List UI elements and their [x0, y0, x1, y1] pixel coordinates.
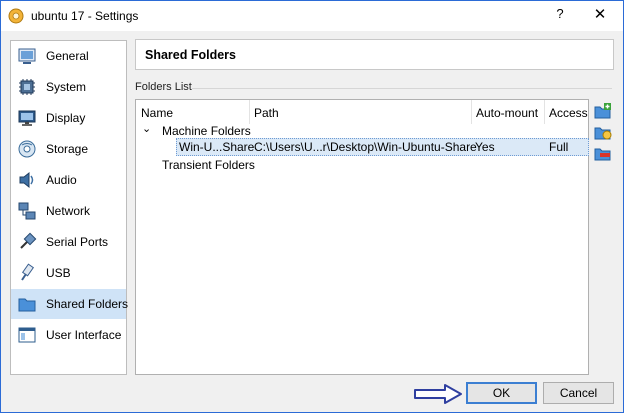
column-header-path[interactable]: Path [249, 100, 471, 124]
sidebar-item-label: Shared Folders [46, 297, 129, 311]
cell-access: Full [549, 140, 569, 154]
page-header: Shared Folders [135, 39, 614, 70]
arrow-pointer-icon [414, 384, 462, 404]
page-title: Shared Folders [145, 48, 236, 62]
edit-folder-icon[interactable] [594, 123, 612, 141]
group-divider [192, 88, 612, 89]
sidebar-item-label: System [46, 80, 87, 94]
close-button[interactable]: ✕ [592, 5, 608, 23]
sidebar-item-label: Serial Ports [46, 235, 109, 249]
sidebar-item-label: Display [46, 111, 86, 125]
folders-list-label: Folders List [135, 81, 192, 93]
table-row[interactable]: Win-U...Share C:\Users\U...r\Desktop\Win… [176, 138, 589, 156]
sidebar-item-display[interactable]: Display [11, 103, 126, 133]
storage-disk-icon [18, 140, 36, 158]
virtualbox-app-icon [8, 8, 24, 24]
add-folder-icon[interactable] [594, 102, 612, 120]
display-monitor-icon [18, 110, 36, 126]
help-button[interactable]: ? [553, 6, 567, 24]
usb-icon [21, 263, 35, 281]
user-interface-icon [18, 327, 36, 343]
sidebar-item-audio[interactable]: Audio [11, 165, 126, 195]
settings-window: ubuntu 17 - Settings ? ✕ General System [0, 0, 624, 413]
sidebar-item-label: USB [46, 266, 71, 280]
column-header-name[interactable]: Name [136, 100, 249, 124]
sidebar-item-label: User Interface [46, 328, 122, 342]
window-title: ubuntu 17 - Settings [31, 9, 139, 23]
ok-button[interactable]: OK [466, 382, 537, 404]
cell-automount: Yes [475, 140, 495, 154]
sidebar-item-shared-folders[interactable]: Shared Folders [11, 289, 129, 319]
folder-icon [18, 298, 36, 312]
machine-folders-node[interactable]: Machine Folders [162, 124, 251, 138]
settings-sidebar: General System Display Storage Audio Net… [10, 40, 129, 375]
cell-path: C:\Users\U...r\Desktop\Win-Ubuntu-Share [254, 140, 477, 154]
serial-plug-icon [20, 232, 37, 249]
transient-folders-node[interactable]: Transient Folders [162, 158, 255, 172]
sidebar-item-label: Network [46, 204, 91, 218]
sidebar-item-network[interactable]: Network [11, 196, 126, 226]
sidebar-item-serial-ports[interactable]: Serial Ports [11, 227, 126, 257]
cancel-button[interactable]: Cancel [543, 382, 614, 404]
sidebar-item-label: Audio [46, 173, 77, 187]
sidebar-item-label: General [46, 49, 89, 63]
sidebar-item-label: Storage [46, 142, 89, 156]
network-icon [18, 202, 36, 220]
audio-speaker-icon [19, 171, 34, 189]
column-header-automount[interactable]: Auto-mount [471, 100, 544, 124]
sidebar-item-user-interface[interactable]: User Interface [11, 320, 126, 350]
general-icon [18, 48, 36, 64]
system-chip-icon [19, 79, 35, 95]
cell-name: Win-U...Share [179, 140, 255, 154]
folders-list-table[interactable]: Name Path Auto-mount Access ⌄ Machine Fo… [135, 99, 589, 375]
remove-folder-icon[interactable] [594, 144, 612, 162]
column-header-access[interactable]: Access [544, 100, 588, 124]
sidebar-item-system[interactable]: System [11, 72, 126, 102]
title-bar: ubuntu 17 - Settings ? ✕ [1, 1, 623, 31]
sidebar-item-usb[interactable]: USB [11, 258, 126, 288]
chevron-down-icon[interactable]: ⌄ [142, 122, 151, 135]
sidebar-item-storage[interactable]: Storage [11, 134, 126, 164]
sidebar-item-general[interactable]: General [11, 41, 126, 71]
